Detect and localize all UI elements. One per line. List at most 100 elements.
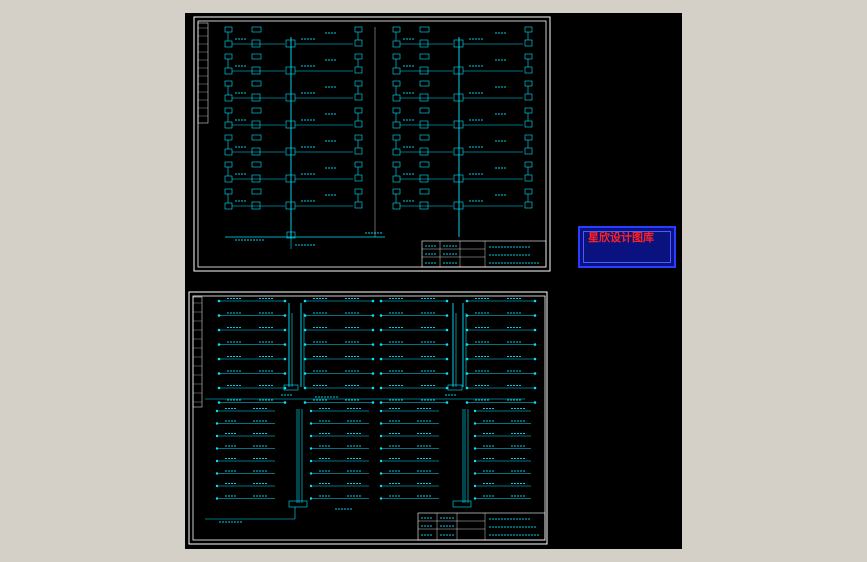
terminal-box — [354, 80, 363, 87]
panel-box — [251, 147, 261, 156]
device-box — [224, 175, 233, 183]
panel-box — [419, 147, 429, 156]
device-box — [224, 148, 233, 156]
cad-drawing-canvas[interactable] — [185, 13, 682, 549]
panel-box — [419, 161, 430, 168]
panel-box — [251, 107, 262, 114]
terminal-box — [354, 39, 363, 47]
terminal-box — [354, 161, 363, 168]
junction-box — [285, 201, 296, 210]
lower-panel — [288, 500, 308, 508]
panel-box — [251, 201, 261, 210]
panel-box — [419, 201, 429, 210]
terminal-box — [524, 26, 533, 33]
device-box — [392, 121, 401, 129]
panel-box — [419, 39, 429, 48]
terminal-box — [354, 26, 363, 33]
junction-box — [453, 120, 464, 129]
device-box — [392, 188, 401, 195]
watermark-title: 星欣设计图库 — [588, 231, 654, 244]
device-box — [392, 107, 401, 114]
device-box — [224, 107, 233, 114]
panel-box — [251, 80, 262, 87]
junction-box — [453, 201, 464, 210]
device-box — [392, 202, 401, 210]
terminal-box — [354, 174, 363, 182]
panel-box — [419, 120, 429, 129]
riser-panel — [447, 384, 463, 391]
panel-box — [419, 26, 430, 33]
terminal-box — [354, 147, 363, 155]
junction-box — [453, 93, 464, 102]
terminal-box — [524, 93, 533, 101]
terminal-box — [524, 188, 533, 195]
panel-box — [251, 174, 261, 183]
terminal-box — [524, 120, 533, 128]
terminal-box — [354, 66, 363, 74]
terminal-box — [524, 147, 533, 155]
junction-box — [453, 39, 464, 48]
panel-box — [251, 188, 262, 195]
sheet-top-inner-frame — [197, 20, 547, 268]
device-box — [224, 94, 233, 102]
panel-box — [419, 107, 430, 114]
panel-box — [251, 53, 262, 60]
junction-box — [285, 120, 296, 129]
device-box — [392, 53, 401, 60]
device-box — [392, 134, 401, 141]
device-box — [392, 161, 401, 168]
device-box — [392, 175, 401, 183]
panel-box — [251, 134, 262, 141]
terminal-box — [354, 188, 363, 195]
device-box — [392, 40, 401, 48]
terminal-box — [354, 93, 363, 101]
device-box — [392, 148, 401, 156]
terminal-box — [524, 201, 533, 209]
device-box — [224, 121, 233, 129]
terminal-box — [354, 201, 363, 209]
panel-box — [419, 66, 429, 75]
device-box — [224, 53, 233, 60]
junction-box — [285, 66, 296, 75]
panel-box — [419, 174, 429, 183]
device-box — [224, 134, 233, 141]
terminal-box — [354, 53, 363, 60]
panel-box — [251, 161, 262, 168]
device-box — [224, 80, 233, 87]
panel-box — [419, 53, 430, 60]
junction-box — [285, 39, 296, 48]
junction-box — [453, 66, 464, 75]
terminal-box — [524, 107, 533, 114]
panel-box — [251, 26, 262, 33]
sheet-bottom-inner-frame — [192, 295, 546, 541]
panel-box — [419, 80, 430, 87]
panel-box — [251, 93, 261, 102]
device-box — [392, 94, 401, 102]
panel-box — [419, 93, 429, 102]
device-box — [224, 188, 233, 195]
sheet-top-title-block — [421, 240, 547, 268]
terminal-box — [524, 39, 533, 47]
junction-box — [285, 174, 296, 183]
terminal-box — [354, 107, 363, 114]
terminal-box — [524, 161, 533, 168]
panel-box — [419, 188, 430, 195]
junction-box — [285, 147, 296, 156]
terminal-box — [354, 120, 363, 128]
device-box — [392, 67, 401, 75]
drawing-svg — [188, 16, 551, 545]
device-box — [392, 80, 401, 87]
terminal-box — [524, 80, 533, 87]
panel-box — [419, 134, 430, 141]
terminal-box — [524, 174, 533, 182]
junction-box — [453, 147, 464, 156]
device-box — [224, 202, 233, 210]
device-box — [224, 161, 233, 168]
watermark-stamp: 星欣设计图库 — [578, 226, 676, 268]
junction-box — [285, 93, 296, 102]
terminal-box — [354, 134, 363, 141]
junction-box — [453, 174, 464, 183]
terminal-box — [524, 53, 533, 60]
device-box — [224, 26, 233, 33]
device-box — [224, 67, 233, 75]
